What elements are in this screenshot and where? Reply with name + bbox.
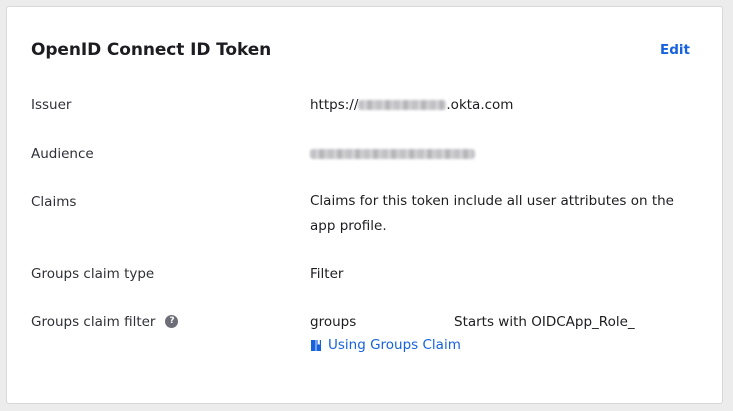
issuer-suffix: .okta.com [446, 97, 514, 113]
groups-claim-type-label: Groups claim type [31, 266, 155, 282]
issuer-prefix: https:// [310, 97, 359, 113]
groups-claim-filter-text: Groups claim filter [31, 314, 156, 330]
groups-claim-type-value: Filter [310, 266, 344, 282]
groups-claim-filter-label: Groups claim filter? [31, 314, 179, 330]
book-icon [311, 339, 321, 351]
audience-value [310, 146, 475, 162]
using-groups-claim-link[interactable]: Using Groups Claim [310, 337, 461, 353]
groups-claim-filter-value: Starts with OIDCApp_Role_ [454, 314, 635, 330]
redacted-issuer [358, 100, 447, 110]
groups-claim-name: groups [310, 314, 357, 330]
claims-value: Claims for this token include all user a… [310, 193, 674, 234]
using-groups-claim-label: Using Groups Claim [328, 337, 461, 353]
issuer-value: https:// .okta.com [310, 97, 513, 113]
issuer-label: Issuer [31, 97, 72, 113]
id-token-card: OpenID Connect ID Token Edit Issuer http… [6, 6, 723, 404]
claims-label: Claims [31, 194, 77, 210]
audience-label: Audience [31, 146, 94, 162]
redacted-audience [310, 149, 475, 159]
question-circle-icon[interactable]: ? [165, 314, 179, 328]
edit-button[interactable]: Edit [660, 42, 690, 58]
card-title: OpenID Connect ID Token [31, 40, 272, 60]
